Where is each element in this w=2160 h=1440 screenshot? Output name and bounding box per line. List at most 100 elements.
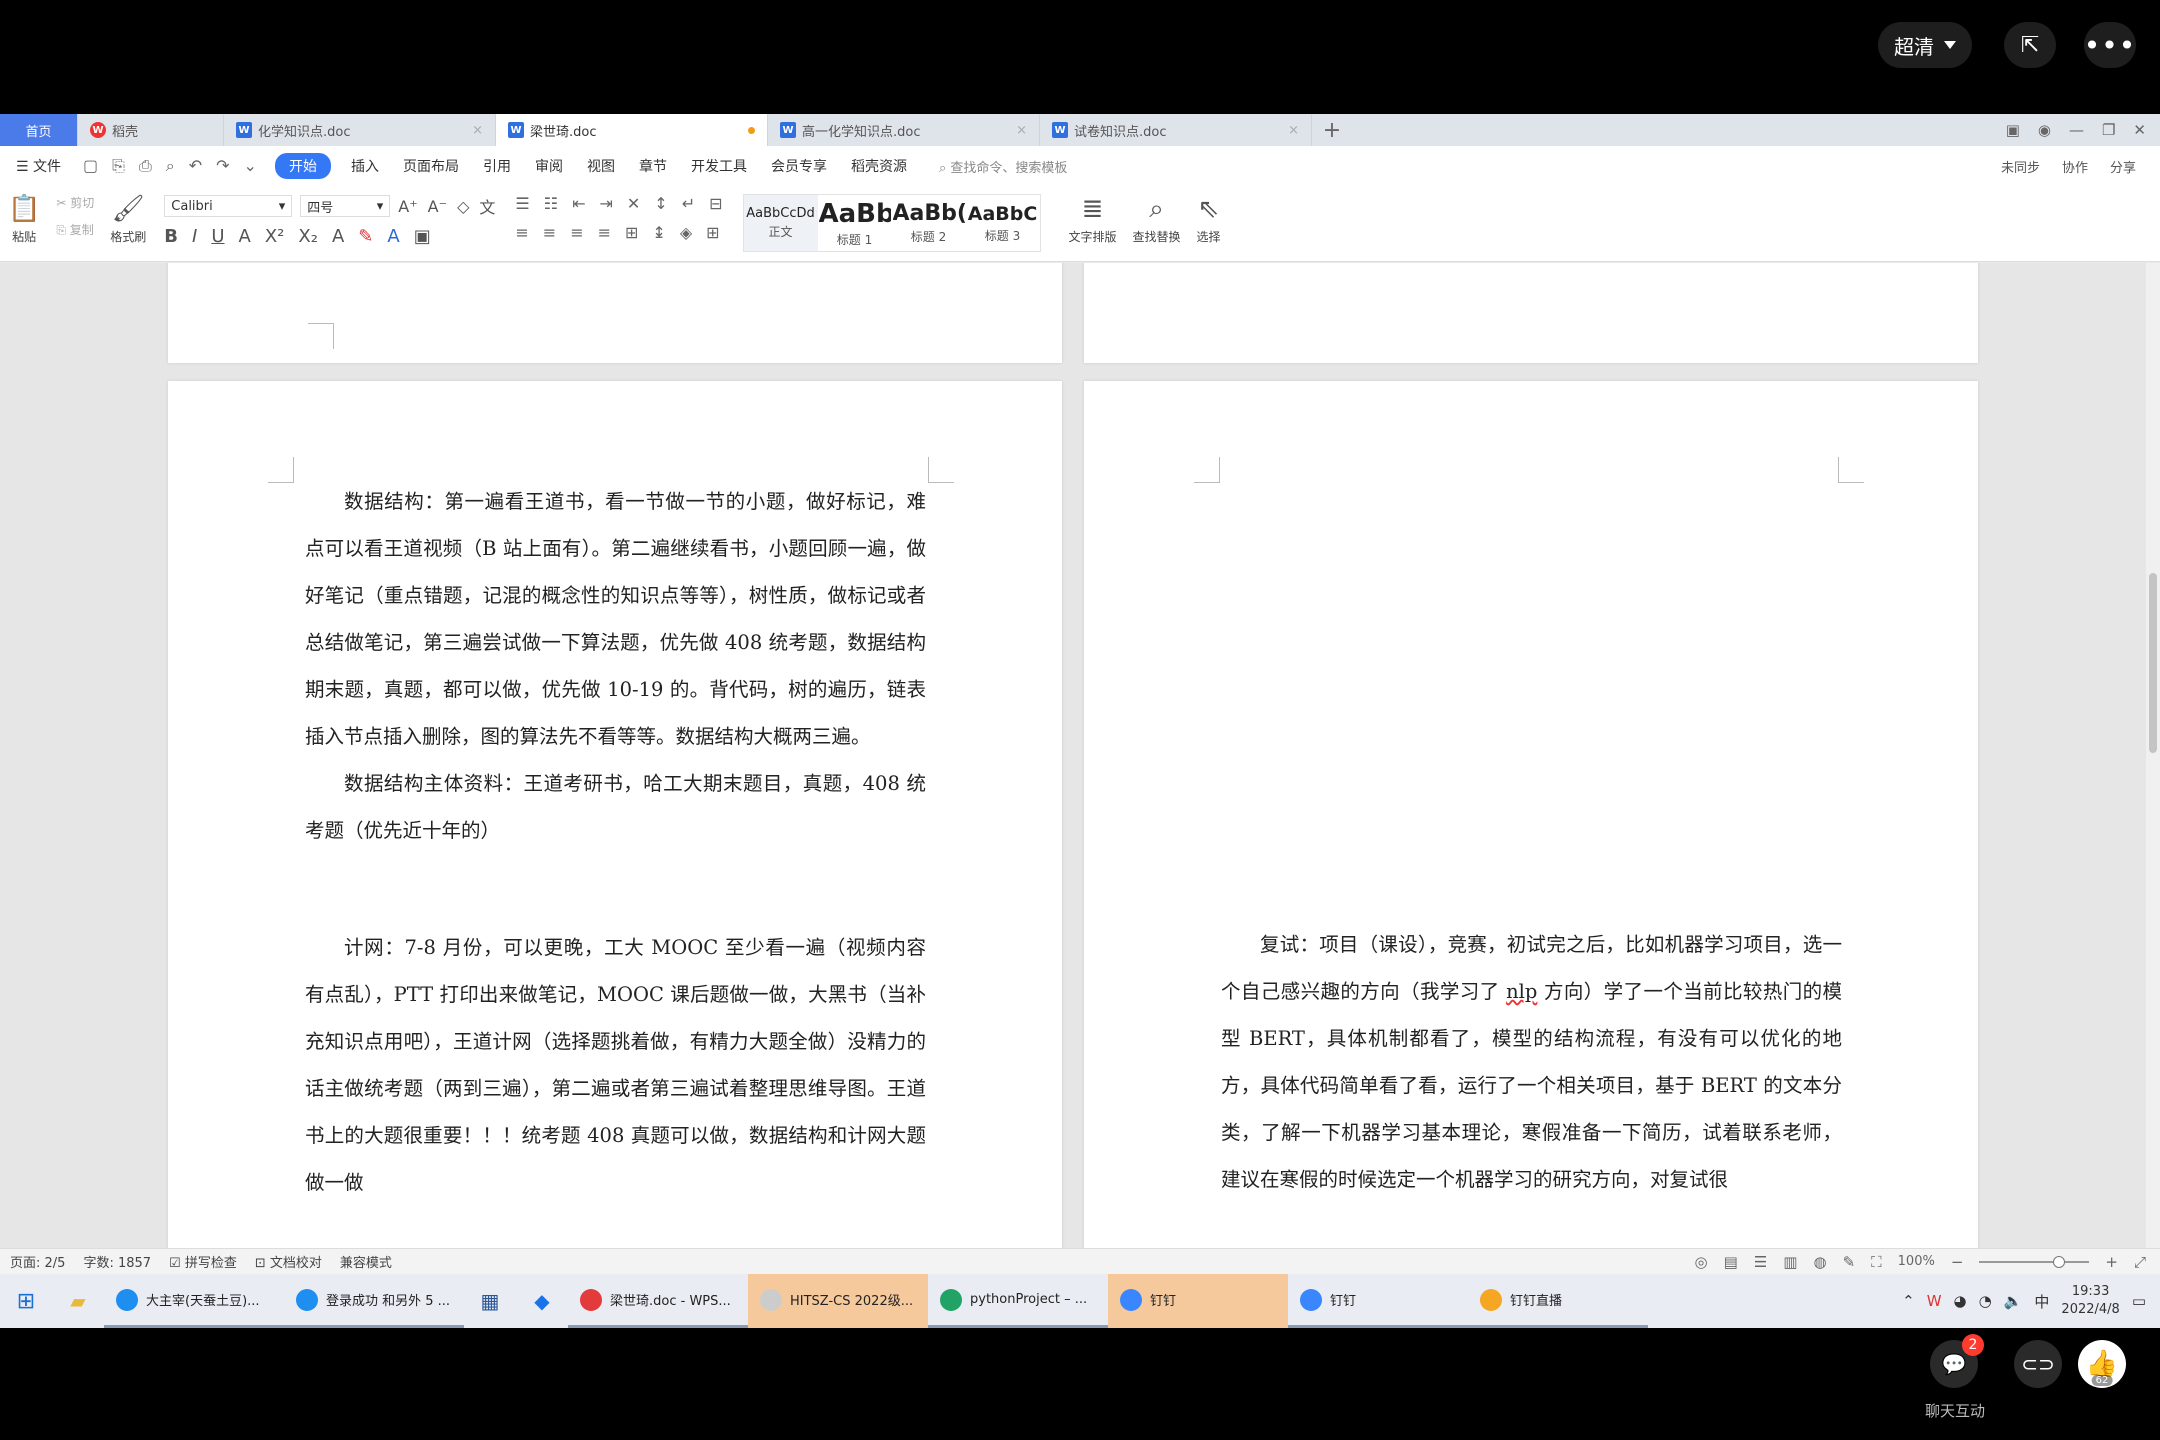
- borders-icon[interactable]: ⊞: [706, 223, 719, 242]
- menu-review[interactable]: 审阅: [523, 156, 575, 176]
- menu-docer-resources[interactable]: 稻壳资源: [839, 156, 919, 176]
- taskbar-app[interactable]: 梁世琦.doc - WPS...: [568, 1274, 748, 1328]
- bullet-list-icon[interactable]: ☰: [515, 194, 529, 213]
- store-icon[interactable]: ▦: [464, 1289, 516, 1313]
- taskbar-app[interactable]: 登录成功 和另外 5 ...: [284, 1274, 464, 1328]
- decrease-indent-icon[interactable]: ⇤: [572, 194, 585, 213]
- find-replace-button[interactable]: ⌕ 查找替换: [1125, 194, 1189, 245]
- proofread-button[interactable]: ⊡ 文档校对: [255, 1252, 322, 1271]
- text-layout-button[interactable]: ≣ 文字排版: [1061, 194, 1125, 245]
- close-icon[interactable]: ×: [1288, 123, 1299, 138]
- clock[interactable]: 19:33 2022/4/8: [2061, 1283, 2119, 1319]
- menu-file[interactable]: ☰ 文件: [0, 156, 73, 176]
- outline-view-icon[interactable]: ☰: [1754, 1253, 1767, 1271]
- command-search[interactable]: ⌕ 查找命令、搜索模板: [919, 157, 1067, 176]
- italic-icon[interactable]: I: [192, 226, 197, 247]
- menu-view[interactable]: 视图: [575, 156, 627, 176]
- undo-icon[interactable]: ↶: [189, 156, 202, 176]
- menu-references[interactable]: 引用: [471, 156, 523, 176]
- tab-docer[interactable]: W 稻壳: [78, 114, 224, 146]
- chat-button[interactable]: 💬 2: [1930, 1334, 1984, 1388]
- tab-home[interactable]: 首页: [0, 114, 78, 146]
- print-icon[interactable]: ⎙: [139, 156, 152, 176]
- save-icon[interactable]: ▢: [83, 156, 98, 176]
- style-heading-1[interactable]: AaBb 标题 1: [818, 195, 892, 251]
- layout-icon[interactable]: ▣: [2006, 121, 2020, 139]
- cut-button[interactable]: ✂ 剪切: [56, 194, 94, 211]
- taskbar-app[interactable]: pythonProject – ...: [928, 1274, 1108, 1328]
- justify-icon[interactable]: ≡: [598, 223, 611, 242]
- tab-document[interactable]: W 试卷知识点.doc ×: [1040, 114, 1312, 146]
- copy-button[interactable]: ⎘ 复制: [56, 221, 94, 238]
- close-icon[interactable]: ×: [1016, 123, 1027, 138]
- export-icon[interactable]: ⎘: [112, 156, 125, 176]
- chevron-down-icon[interactable]: ⌄: [244, 156, 257, 176]
- align-right-icon[interactable]: ≡: [570, 223, 583, 242]
- zoom-value[interactable]: 100%: [1898, 1254, 1935, 1269]
- redo-icon[interactable]: ↷: [216, 156, 229, 176]
- taskbar-app[interactable]: 大主宰(天蚕土豆)...: [104, 1274, 284, 1328]
- select-button[interactable]: ⇖ 选择: [1189, 194, 1229, 245]
- spell-check-toggle[interactable]: ☑ 拼写检查: [169, 1252, 237, 1271]
- menu-section[interactable]: 章节: [627, 156, 679, 176]
- menu-page-layout[interactable]: 页面布局: [391, 156, 471, 176]
- taskbar-app[interactable]: HITSZ-CS 2022级...: [748, 1274, 928, 1328]
- font-color-icon[interactable]: A: [387, 226, 399, 247]
- strikethrough-icon[interactable]: A: [239, 226, 251, 247]
- read-view-icon[interactable]: ▥: [1783, 1253, 1797, 1271]
- chinese-layout-icon[interactable]: ✕: [627, 194, 640, 213]
- text-effect-icon[interactable]: A: [332, 226, 344, 247]
- chevron-up-icon[interactable]: ⌃: [1902, 1292, 1915, 1310]
- style-normal[interactable]: AaBbCcDd 正文: [743, 195, 818, 251]
- font-size-select[interactable]: 四号 ▾: [300, 195, 391, 217]
- close-icon[interactable]: ×: [472, 123, 483, 138]
- menu-member[interactable]: 会员专享: [759, 156, 839, 176]
- close-window-icon[interactable]: ✕: [2133, 121, 2146, 139]
- zoom-slider-knob[interactable]: [2053, 1255, 2066, 1268]
- user-avatar-icon[interactable]: ◉: [2038, 121, 2051, 139]
- sort-icon[interactable]: ↕: [654, 194, 667, 213]
- style-heading-2[interactable]: AaBb( 标题 2: [892, 195, 966, 251]
- menu-start[interactable]: 开始: [274, 153, 331, 179]
- page-view-icon[interactable]: ▤: [1724, 1253, 1738, 1271]
- font-name-select[interactable]: Calibri ▾: [164, 195, 293, 217]
- phonetic-icon[interactable]: 文: [479, 194, 495, 218]
- write-mode-icon[interactable]: ✎: [1843, 1253, 1856, 1271]
- right-page-text[interactable]: 复试：项目（课设），竞赛，初试完之后，比如机器学习项目，选一个自己感兴趣的方向（…: [1221, 921, 1842, 1203]
- pinned-app-icon[interactable]: ◆: [516, 1289, 568, 1313]
- collaborate-button[interactable]: 协作: [2062, 157, 2088, 176]
- bold-icon[interactable]: B: [164, 226, 178, 247]
- fit-page-icon[interactable]: ⛶: [1871, 1253, 1882, 1271]
- zoom-slider[interactable]: [1979, 1255, 2090, 1268]
- spell-flagged-word[interactable]: nlp: [1506, 980, 1537, 1003]
- notification-icon[interactable]: ▭: [2132, 1292, 2146, 1310]
- tab-document[interactable]: W 高一化学知识点.doc ×: [768, 114, 1040, 146]
- link-button[interactable]: ⊂⊃: [2014, 1340, 2062, 1388]
- zoom-out-icon[interactable]: −: [1951, 1253, 1964, 1271]
- taskbar-app[interactable]: 钉钉: [1108, 1274, 1288, 1328]
- highlight-icon[interactable]: ✎: [358, 226, 373, 247]
- windows-start-icon[interactable]: ⊞: [0, 1289, 52, 1314]
- preview-icon[interactable]: ⌕: [166, 156, 175, 176]
- volume-icon[interactable]: 🔈: [2004, 1292, 2023, 1310]
- menu-insert[interactable]: 插入: [339, 156, 391, 176]
- wps-tray-icon[interactable]: W: [1927, 1292, 1942, 1310]
- qq-tray-icon[interactable]: ◕: [1954, 1292, 1967, 1310]
- share-button[interactable]: 分享: [2110, 157, 2136, 176]
- align-center-icon[interactable]: ≡: [543, 223, 556, 242]
- page-indicator[interactable]: 页面: 2/5: [10, 1252, 65, 1271]
- eye-protect-icon[interactable]: ◎: [1695, 1253, 1708, 1271]
- taskbar-app[interactable]: 钉钉直播: [1468, 1274, 1648, 1328]
- menu-developer[interactable]: 开发工具: [679, 156, 759, 176]
- word-count[interactable]: 字数: 1857: [83, 1252, 151, 1271]
- grow-font-icon[interactable]: A⁺: [398, 197, 417, 216]
- restore-icon[interactable]: ❐: [2102, 121, 2115, 139]
- ime-indicator[interactable]: 中: [2034, 1291, 2049, 1312]
- web-view-icon[interactable]: ◍: [1813, 1253, 1826, 1271]
- numbered-list-icon[interactable]: ☷: [544, 194, 558, 213]
- file-explorer-icon[interactable]: ▰: [52, 1289, 104, 1313]
- line-spacing-icon[interactable]: ↨: [652, 223, 665, 242]
- more-button[interactable]: •••: [2084, 22, 2136, 68]
- tab-document-active[interactable]: W 梁世琦.doc: [496, 114, 768, 146]
- superscript-icon[interactable]: X²: [265, 226, 285, 247]
